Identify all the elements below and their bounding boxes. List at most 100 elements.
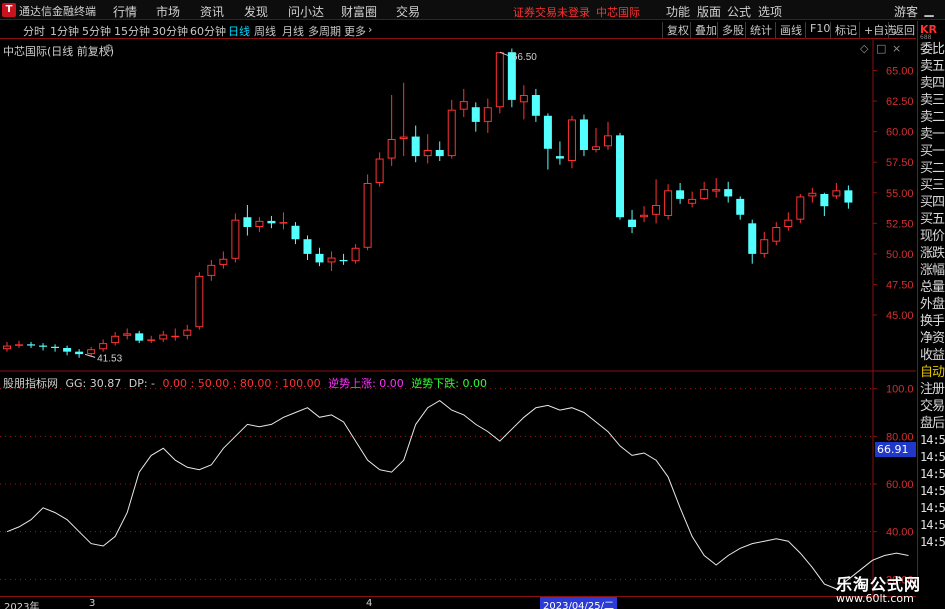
toolbar-button-3[interactable]: 统计 bbox=[745, 22, 772, 38]
maximize-icon[interactable]: □ bbox=[876, 42, 886, 55]
dp-values: 0.00 : 50.00 : 80.00 : 100.00 bbox=[162, 377, 321, 390]
dp-label: DP: - bbox=[128, 377, 156, 390]
quote-row-18[interactable]: 收益 bbox=[918, 347, 945, 364]
panel-action-0[interactable]: 自动 bbox=[918, 364, 945, 381]
quote-row-2[interactable]: 卖四 bbox=[918, 75, 945, 92]
candle-body-1 bbox=[15, 344, 24, 346]
candle-body-49 bbox=[591, 146, 600, 151]
period-tab-1[interactable]: 1分钟 bbox=[50, 23, 79, 39]
app-name: 通达信金融终端 bbox=[19, 5, 96, 18]
candle-body-25 bbox=[303, 239, 312, 254]
right-menu-item-1[interactable]: 版面 bbox=[697, 3, 721, 20]
more-chevron-icon[interactable]: › bbox=[368, 23, 372, 36]
toolbar-button-2[interactable]: 多股 bbox=[717, 22, 744, 38]
app-window: { "top": { "logo": "T", "app_name": "通达信… bbox=[0, 0, 945, 609]
candle-body-38 bbox=[459, 101, 468, 110]
toolbar-button-0[interactable]: 复权 bbox=[662, 22, 689, 38]
period-tab-6[interactable]: 日线 bbox=[228, 23, 250, 39]
candle-body-31 bbox=[375, 158, 384, 184]
right-menu-item-0[interactable]: 功能 bbox=[666, 3, 690, 20]
period-tab-10[interactable]: 更多 bbox=[344, 23, 366, 39]
main-ytick-0: 65.00 bbox=[886, 66, 914, 78]
quote-row-7[interactable]: 买二 bbox=[918, 160, 945, 177]
login-warning[interactable]: 证券交易未登录 中芯国际 bbox=[513, 4, 640, 20]
candle-body-33 bbox=[399, 136, 408, 140]
period-toolbar: 分时 1分钟 5分钟 15分钟 30分钟 60分钟 日线 周线 月线 多周期 更多 › 复权 叠加 多股统… bbox=[0, 21, 916, 39]
period-tab-3[interactable]: 15分钟 bbox=[114, 23, 150, 39]
settings-icon[interactable]: ⚙ bbox=[104, 42, 114, 55]
candle-body-62 bbox=[748, 223, 757, 254]
period-tab-4[interactable]: 30分钟 bbox=[152, 23, 188, 39]
indicator-name: 股朋指标网 bbox=[3, 377, 58, 390]
menu-item-2[interactable]: 资讯 bbox=[200, 3, 224, 20]
down-label: 逆势下跌: 0.00 bbox=[411, 377, 487, 390]
period-tab-5[interactable]: 60分钟 bbox=[190, 23, 226, 39]
candle-body-51 bbox=[616, 135, 625, 218]
candle-body-18 bbox=[219, 258, 228, 265]
quote-row-15[interactable]: 外盘 bbox=[918, 296, 945, 313]
quote-row-8[interactable]: 买三 bbox=[918, 177, 945, 194]
quote-row-4[interactable]: 卖二 bbox=[918, 109, 945, 126]
candle-body-8 bbox=[99, 343, 108, 350]
quote-row-0[interactable]: 委比 bbox=[918, 41, 945, 58]
quote-row-5[interactable]: 卖一 bbox=[918, 126, 945, 143]
quote-row-3[interactable]: 卖三 bbox=[918, 92, 945, 109]
quote-row-1[interactable]: 卖五 bbox=[918, 58, 945, 75]
period-tab-9[interactable]: 多周期 bbox=[308, 23, 341, 39]
menu-item-4[interactable]: 问小达 bbox=[288, 3, 324, 20]
quote-row-9[interactable]: 买四 bbox=[918, 194, 945, 211]
toolbar-button-5[interactable]: F10 bbox=[805, 22, 830, 38]
candle-body-53 bbox=[640, 214, 649, 218]
period-tab-0[interactable]: 分时 bbox=[23, 23, 45, 39]
main-ytick-1: 62.50 bbox=[886, 96, 914, 108]
main-ytick-2: 60.00 bbox=[886, 127, 914, 139]
toolbar-button-1[interactable]: 叠加 bbox=[690, 22, 717, 38]
quote-row-13[interactable]: 涨幅 bbox=[918, 262, 945, 279]
menu-item-1[interactable]: 市场 bbox=[156, 3, 180, 20]
candle-body-20 bbox=[243, 217, 252, 227]
quote-row-16[interactable]: 换手 bbox=[918, 313, 945, 330]
period-tab-8[interactable]: 月线 bbox=[282, 23, 304, 39]
candle-body-14 bbox=[171, 335, 180, 338]
panel-action-2[interactable]: 交易 bbox=[918, 398, 945, 415]
date-label-mar: 3 bbox=[89, 598, 96, 609]
menu-item-5[interactable]: 财富圈 bbox=[341, 3, 377, 20]
candle-body-9 bbox=[111, 335, 120, 344]
quote-row-10[interactable]: 买五 bbox=[918, 211, 945, 228]
toolbar-button-8[interactable]: 返回 bbox=[888, 22, 915, 38]
up-label: 逆势上涨: 0.00 bbox=[328, 377, 404, 390]
guest-label[interactable]: 游客 bbox=[894, 3, 918, 20]
candle-body-3 bbox=[39, 345, 48, 347]
period-tab-7[interactable]: 周线 bbox=[254, 23, 276, 39]
period-tab-2[interactable]: 5分钟 bbox=[82, 23, 111, 39]
candle-body-24 bbox=[291, 225, 300, 240]
ind-ytick-2: 60.00 bbox=[886, 479, 914, 491]
toolbar-button-4[interactable]: 画线 bbox=[775, 22, 802, 38]
kr-badge[interactable]: KR 688 bbox=[918, 21, 945, 41]
menu-item-3[interactable]: 发现 bbox=[244, 3, 268, 20]
candle-body-68 bbox=[820, 194, 829, 207]
quote-row-6[interactable]: 买一 bbox=[918, 143, 945, 160]
close-chart-icon[interactable]: × bbox=[892, 42, 901, 55]
quote-row-11[interactable]: 现价 bbox=[918, 228, 945, 245]
zoom-out-icon[interactable]: ◇ bbox=[860, 42, 868, 55]
candle-body-46 bbox=[555, 156, 564, 159]
right-menu-item-2[interactable]: 公式 bbox=[727, 3, 751, 20]
quote-row-17[interactable]: 净资 bbox=[918, 330, 945, 347]
right-menu-item-3[interactable]: 选项 bbox=[758, 3, 782, 20]
stock-name-link: 中芯国际 bbox=[596, 6, 640, 19]
candle-body-29 bbox=[351, 247, 360, 262]
candle-body-36 bbox=[435, 150, 444, 157]
candle-body-40 bbox=[483, 107, 492, 122]
candle-body-58 bbox=[700, 189, 709, 199]
quote-row-12[interactable]: 涨跌 bbox=[918, 245, 945, 262]
panel-action-3[interactable]: 盘后 bbox=[918, 415, 945, 432]
panel-action-1[interactable]: 注册 bbox=[918, 381, 945, 398]
menu-item-6[interactable]: 交易 bbox=[396, 3, 420, 20]
toolbar-button-6[interactable]: 标记 bbox=[830, 22, 857, 38]
menu-item-0[interactable]: 行情 bbox=[113, 3, 137, 20]
quote-row-14[interactable]: 总量 bbox=[918, 279, 945, 296]
candle-body-61 bbox=[736, 198, 745, 215]
minimize-icon[interactable]: ▁ bbox=[920, 2, 938, 18]
chart-area[interactable]: 65.00 62.50 60.00 57.50 55.00 52.50 50.00 47.50… bbox=[0, 40, 916, 596]
